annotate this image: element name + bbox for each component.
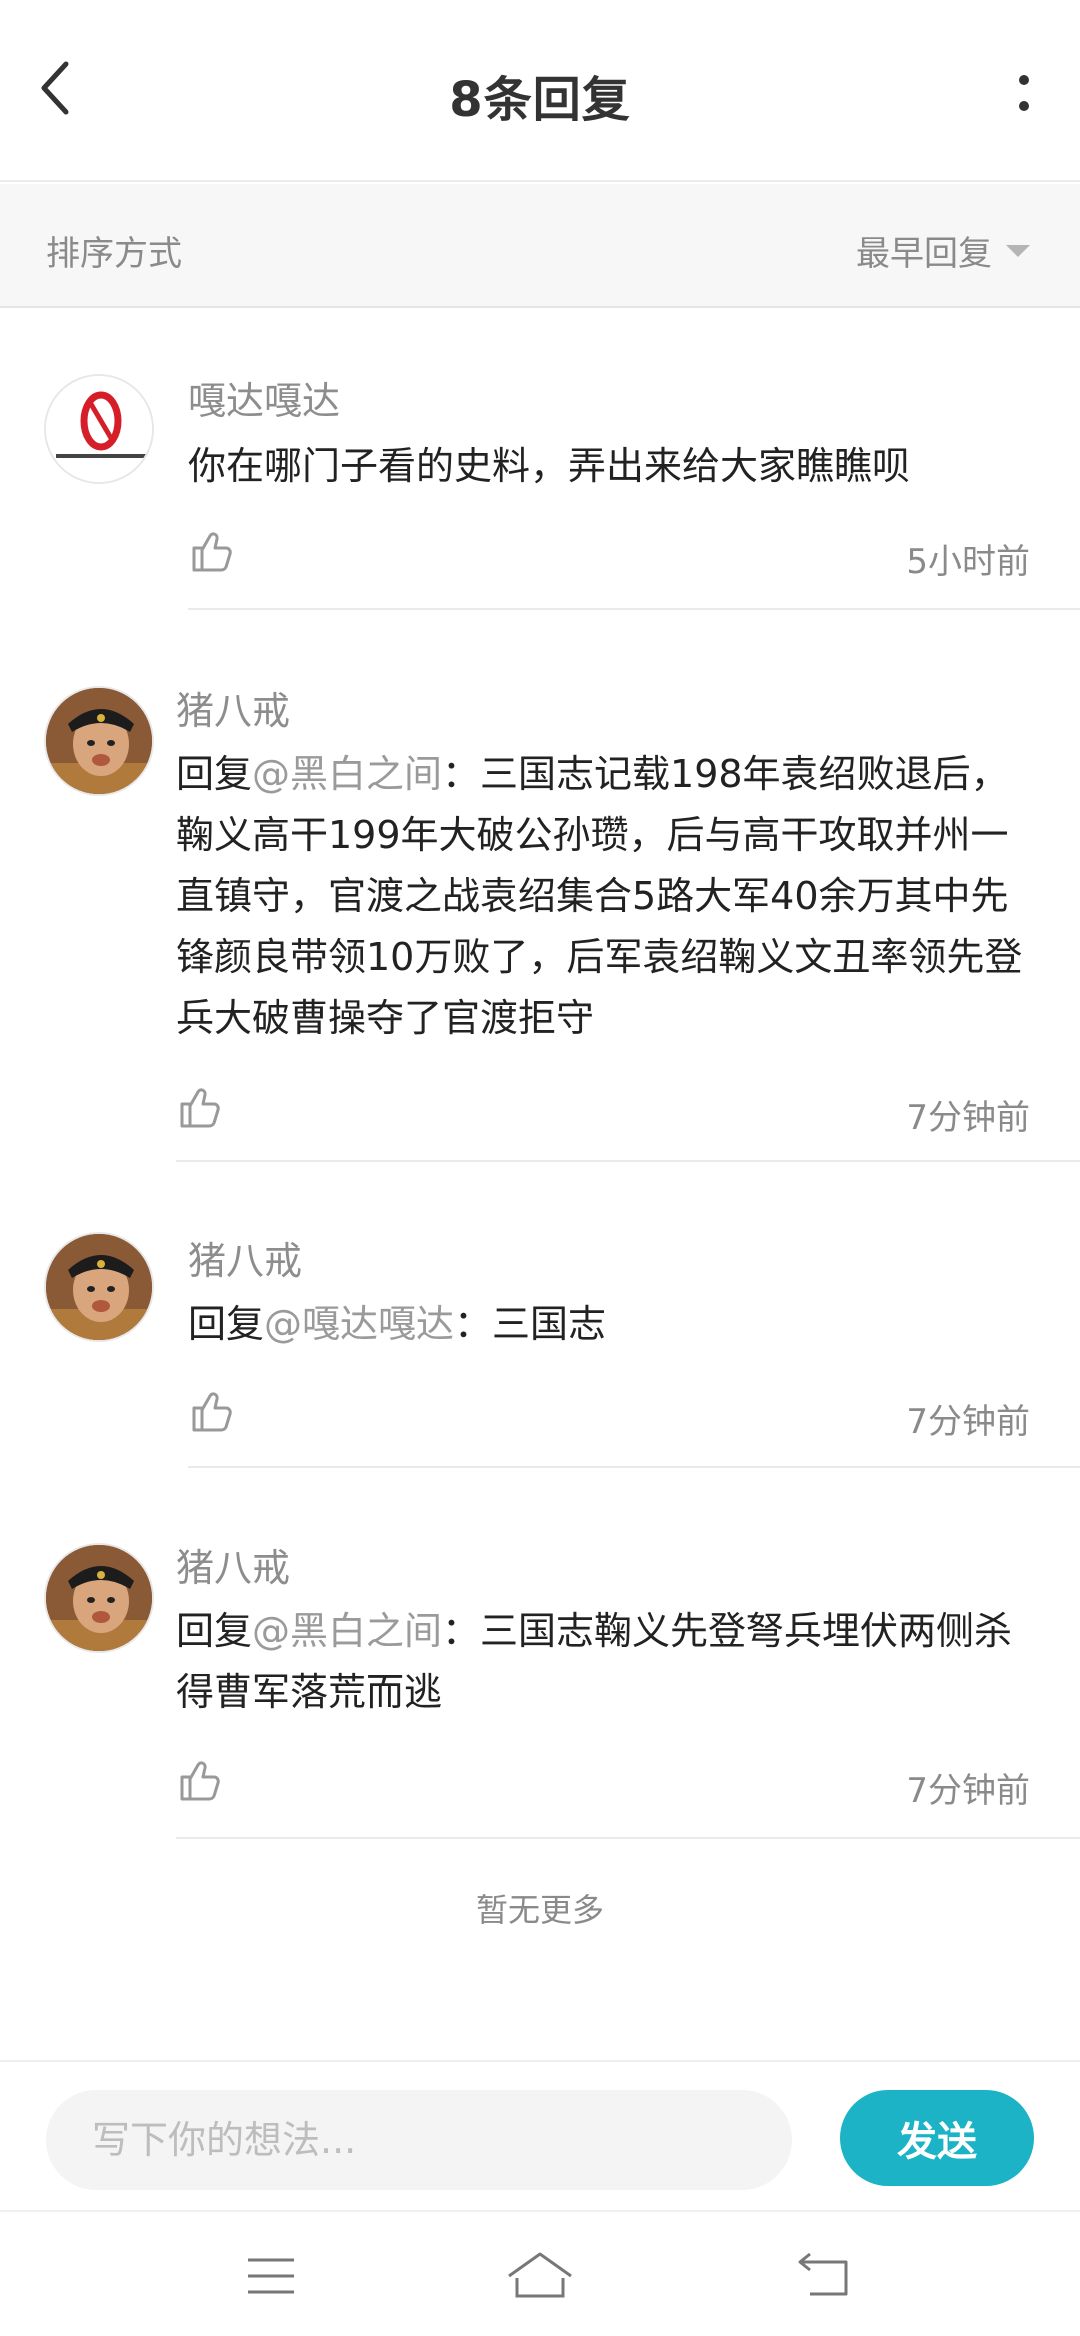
top-bar: 8条回复 (0, 0, 1080, 182)
divider (176, 1160, 1080, 1162)
reply-time: 7分钟前 (906, 1098, 1030, 1138)
reply-prefix: 回复 (176, 752, 253, 796)
reply-time: 5小时前 (906, 542, 1030, 582)
character-avatar-image (46, 1545, 152, 1651)
author-name[interactable]: 嘎达嘎达 (188, 370, 340, 425)
thumbs-up-icon[interactable] (176, 1084, 224, 1132)
vertical-dots-icon (1019, 75, 1029, 111)
avatar[interactable] (44, 1232, 154, 1342)
reply-time: 7分钟前 (906, 1402, 1030, 1442)
mention-link[interactable]: @嘎达嘎达 (264, 1302, 454, 1346)
sort-selected-value: 最早回复 (856, 234, 992, 274)
back-nav-button[interactable] (790, 2246, 860, 2306)
system-nav-bar (0, 2210, 1080, 2336)
reply-time: 7分钟前 (906, 1771, 1030, 1811)
more-button[interactable] (1004, 66, 1044, 126)
sort-label: 排序方式 (46, 234, 182, 274)
reply-prefix: 回复 (188, 1302, 265, 1346)
reply-input[interactable] (46, 2090, 792, 2190)
page-title: 8条回复 (449, 72, 631, 128)
thumbs-up-icon[interactable] (188, 528, 236, 576)
reply-text: 回复@黑白之间：三国志记载198年袁绍败退后，鞠义高干199年大破公孙瓒，后与高… (176, 744, 1036, 1049)
divider (188, 1466, 1080, 1468)
avatar[interactable] (44, 374, 154, 484)
author-name[interactable]: 猪八戒 (176, 1537, 290, 1592)
reply-content: 你在哪门子看的史料，弄出来给大家瞧瞧呗 (188, 444, 911, 488)
menu-icon (248, 2258, 294, 2294)
logo-avatar-image (46, 376, 152, 482)
reply-text: 你在哪门子看的史料，弄出来给大家瞧瞧呗 (188, 436, 1080, 497)
character-avatar-image (46, 1234, 152, 1340)
back-arrow-icon (798, 2252, 848, 2296)
divider (176, 1837, 1080, 1839)
reply-text: 回复@黑白之间：三国志鞠义先登弩兵埋伏两侧杀得曹军落荒而逃 (176, 1601, 1036, 1723)
replies-page: 8条回复 排序方式 最早回复 嘎达嘎达 你在哪门子看的史料，弄出来给大家瞧瞧呗 … (0, 0, 1080, 2336)
sort-bar: 排序方式 最早回复 (0, 184, 1080, 308)
home-icon (508, 2252, 572, 2298)
menu-nav-button[interactable] (236, 2246, 306, 2306)
avatar[interactable] (44, 1543, 154, 1653)
mention-link[interactable]: @黑白之间 (252, 752, 442, 796)
send-button[interactable]: 发送 (840, 2090, 1034, 2186)
author-name[interactable]: 猪八戒 (188, 1230, 302, 1285)
thumbs-up-icon[interactable] (176, 1757, 224, 1805)
caret-down-icon (1006, 244, 1030, 257)
author-name[interactable]: 猪八戒 (176, 680, 290, 735)
avatar[interactable] (44, 686, 154, 796)
reply-composer: 发送 (0, 2060, 1080, 2210)
reply-content: ：三国志 (454, 1302, 607, 1346)
sort-dropdown[interactable]: 最早回复 (856, 226, 1030, 275)
thumbs-up-icon[interactable] (188, 1388, 236, 1436)
home-nav-button[interactable] (505, 2246, 575, 2306)
character-avatar-image (46, 688, 152, 794)
reply-text: 回复@嘎达嘎达：三国志 (188, 1294, 1080, 1355)
reply-prefix: 回复 (176, 1609, 253, 1653)
divider (188, 608, 1080, 610)
mention-link[interactable]: @黑白之间 (252, 1609, 442, 1653)
no-more-indicator: 暂无更多 (475, 1891, 604, 1929)
